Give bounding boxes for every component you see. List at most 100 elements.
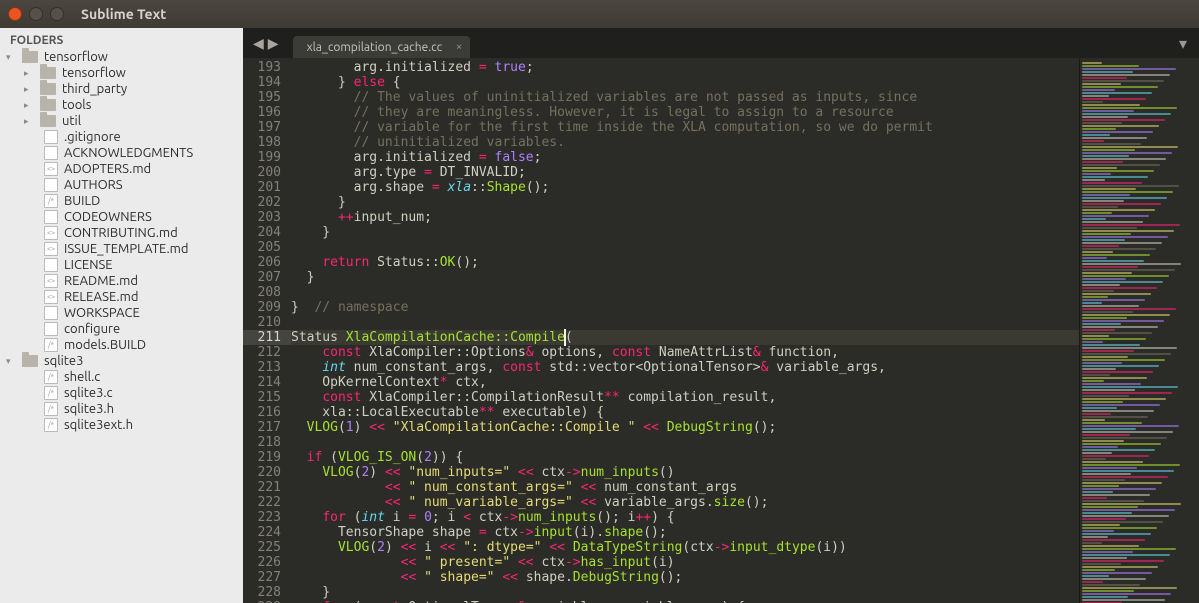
code-line[interactable]: arg.initialized = false; xyxy=(291,150,1079,165)
code-line[interactable]: const XlaCompiler::Options& options, con… xyxy=(291,345,1079,360)
code-line[interactable]: // they are meaningless. However, it is … xyxy=(291,105,1079,120)
minimap-line xyxy=(1082,173,1111,175)
code-line[interactable]: // variable for the first time inside th… xyxy=(291,120,1079,135)
tree-file[interactable]: <>README.md xyxy=(0,274,243,288)
minimap-line xyxy=(1082,407,1117,409)
code-line[interactable]: } xyxy=(291,270,1079,285)
tree-file[interactable]: configure xyxy=(0,322,243,336)
minimap-line xyxy=(1082,548,1176,550)
tree-file[interactable]: /*models.BUILD xyxy=(0,338,243,352)
tab-close-icon[interactable]: × xyxy=(456,41,462,53)
minimap[interactable] xyxy=(1079,58,1199,603)
minimap-line xyxy=(1082,497,1107,499)
code-line[interactable]: } xyxy=(291,225,1079,240)
code-line[interactable]: OpKernelContext* ctx, xyxy=(291,375,1079,390)
tab-menu-icon[interactable]: ▾ xyxy=(1167,34,1199,53)
minimap-line xyxy=(1082,290,1114,292)
code-line[interactable]: xla::LocalExecutable** executable) { xyxy=(291,405,1079,420)
code-line[interactable]: << " shape=" << shape.DebugString(); xyxy=(291,570,1079,585)
code-line[interactable]: ++input_num; xyxy=(291,210,1079,225)
code-line[interactable]: } else { xyxy=(291,75,1079,90)
code-line[interactable] xyxy=(291,315,1079,330)
minimap-line xyxy=(1082,578,1146,580)
tree-file[interactable]: /*shell.c xyxy=(0,370,243,384)
code-text[interactable]: arg.initialized = true; } else { // The … xyxy=(291,58,1079,603)
code-line[interactable]: arg.shape = xla::Shape(); xyxy=(291,180,1079,195)
code-line[interactable]: arg.initialized = true; xyxy=(291,60,1079,75)
tree-file[interactable]: <>ISSUE_TEMPLATE.md xyxy=(0,242,243,256)
code-line[interactable]: if (VLOG_IS_ON(2)) { xyxy=(291,450,1079,465)
code-line[interactable]: for (int i = 0; i < ctx->num_inputs(); i… xyxy=(291,510,1079,525)
line-number: 214 xyxy=(243,375,291,390)
code-line[interactable]: const XlaCompiler::CompilationResult** c… xyxy=(291,390,1079,405)
code-line[interactable]: VLOG(1) << "XlaCompilationCache::Compile… xyxy=(291,420,1079,435)
code-line[interactable]: // The values of uninitialized variables… xyxy=(291,90,1079,105)
tree-folder[interactable]: ▸tools xyxy=(0,98,243,112)
tree-folder[interactable]: ▸third_party xyxy=(0,82,243,96)
tree-folder-root[interactable]: ▾sqlite3 xyxy=(0,354,243,368)
tree-folder[interactable]: ▸util xyxy=(0,114,243,128)
window-maximize-button[interactable] xyxy=(50,7,64,21)
window-minimize-button[interactable] xyxy=(29,7,43,21)
tree-file[interactable]: ACKNOWLEDGMENTS xyxy=(0,146,243,160)
nav-back-icon[interactable]: ◀ xyxy=(253,35,264,52)
code-line[interactable] xyxy=(291,285,1079,300)
disclosure-icon[interactable]: ▸ xyxy=(24,116,34,127)
minimap-line xyxy=(1082,416,1148,418)
code-line[interactable]: VLOG(2) << "num_inputs=" << ctx->num_inp… xyxy=(291,465,1079,480)
sidebar[interactable]: FOLDERS ▾tensorflow▸tensorflow▸third_par… xyxy=(0,28,243,603)
folder-tree[interactable]: ▾tensorflow ▸tensorflow ▸third_party ▸tools… xyxy=(0,49,243,433)
main-split: FOLDERS ▾tensorflow▸tensorflow▸third_par… xyxy=(0,28,1199,603)
disclosure-icon[interactable]: ▸ xyxy=(24,84,34,95)
tree-file[interactable]: /*BUILD xyxy=(0,194,243,208)
tree-file[interactable]: LICENSE xyxy=(0,258,243,272)
tab-strip[interactable]: ◀ ▶ xla_compilation_cache.cc × ▾ xyxy=(243,28,1199,58)
tree-folder[interactable]: ▸tensorflow xyxy=(0,66,243,80)
tree-file[interactable]: <>ADOPTERS.md xyxy=(0,162,243,176)
tree-file[interactable]: <>CONTRIBUTING.md xyxy=(0,226,243,240)
line-number: 205 xyxy=(243,240,291,255)
tree-file[interactable]: WORKSPACE xyxy=(0,306,243,320)
nav-forward-icon[interactable]: ▶ xyxy=(268,35,279,52)
minimap-line xyxy=(1082,356,1128,358)
code-line[interactable]: Status XlaCompilationCache::Compile( xyxy=(291,330,1079,345)
disclosure-icon[interactable]: ▸ xyxy=(24,100,34,111)
tree-file[interactable]: <>RELEASE.md xyxy=(0,290,243,304)
tree-file[interactable]: /*sqlite3.h xyxy=(0,402,243,416)
minimap-line xyxy=(1082,188,1136,190)
file-icon: <> xyxy=(44,274,58,288)
code-line[interactable]: int num_constant_args, const std::vector… xyxy=(291,360,1079,375)
tree-file[interactable]: /*sqlite3.c xyxy=(0,386,243,400)
tree-file[interactable]: CODEOWNERS xyxy=(0,210,243,224)
minimap-line xyxy=(1082,413,1111,415)
code-line[interactable]: TensorShape shape = ctx->input(i).shape(… xyxy=(291,525,1079,540)
code-line[interactable]: << " num_constant_args=" << num_constant… xyxy=(291,480,1079,495)
disclosure-icon[interactable]: ▾ xyxy=(6,356,16,367)
disclosure-icon[interactable]: ▾ xyxy=(6,52,16,63)
code-line[interactable]: } xyxy=(291,195,1079,210)
code-line[interactable]: } xyxy=(291,585,1079,600)
minimap-line xyxy=(1082,359,1165,361)
code-line[interactable]: // uninitialized variables. xyxy=(291,135,1079,150)
code-line[interactable]: << " num_variable_args=" << variable_arg… xyxy=(291,495,1079,510)
minimap-line xyxy=(1082,461,1143,463)
tree-file[interactable]: AUTHORS xyxy=(0,178,243,192)
minimap-line xyxy=(1082,119,1165,121)
disclosure-icon[interactable]: ▸ xyxy=(24,68,34,79)
tree-file[interactable]: /*sqlite3ext.h xyxy=(0,418,243,432)
code-line[interactable] xyxy=(291,435,1079,450)
tree-file[interactable]: .gitignore xyxy=(0,130,243,144)
code-area[interactable]: 1931941951961971981992002012022032042052… xyxy=(243,58,1199,603)
code-line[interactable]: arg.type = DT_INVALID; xyxy=(291,165,1079,180)
code-line[interactable] xyxy=(291,240,1079,255)
tree-folder-root[interactable]: ▾tensorflow xyxy=(0,50,243,64)
code-line[interactable]: VLOG(2) << i << ": dtype=" << DataTypeSt… xyxy=(291,540,1079,555)
window-close-button[interactable] xyxy=(8,7,22,21)
file-name: shell.c xyxy=(64,370,100,384)
code-line[interactable]: << " present=" << ctx->has_input(i) xyxy=(291,555,1079,570)
minimap-line xyxy=(1082,557,1127,559)
code-line[interactable]: return Status::OK(); xyxy=(291,255,1079,270)
line-number: 219 xyxy=(243,450,291,465)
code-line[interactable]: } // namespace xyxy=(291,300,1079,315)
tab-active[interactable]: xla_compilation_cache.cc × xyxy=(293,36,471,59)
